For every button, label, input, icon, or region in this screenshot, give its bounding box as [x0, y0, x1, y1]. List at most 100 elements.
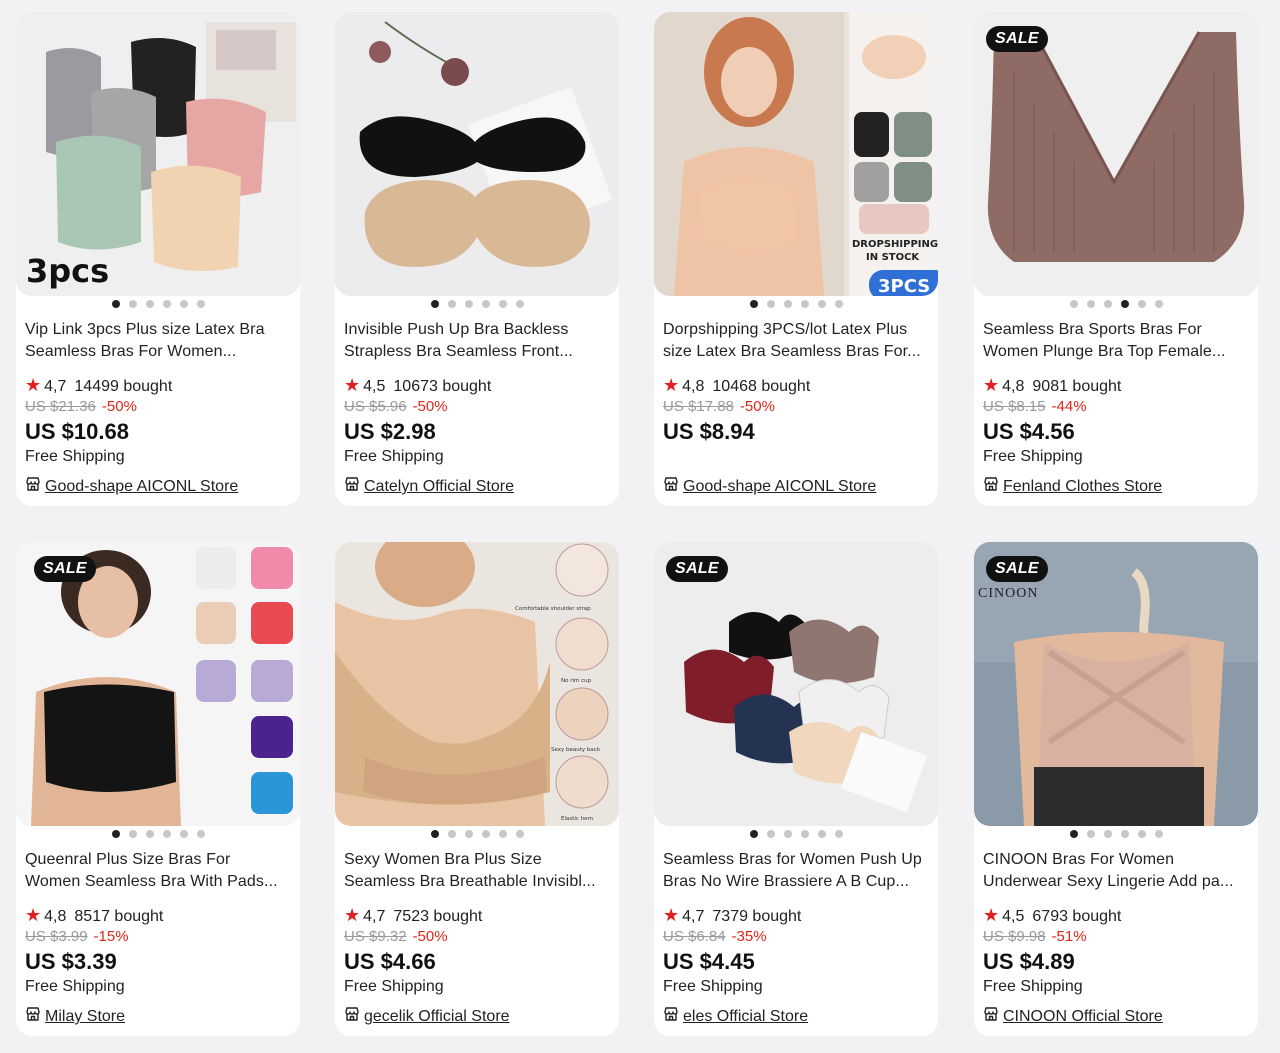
product-title-line[interactable]: Strapless Bra Seamless Front...: [344, 341, 614, 363]
product-title-line[interactable]: size Latex Bra Seamless Bras For...: [663, 341, 933, 363]
carousel-dot[interactable]: [111, 830, 120, 838]
carousel-dot[interactable]: [1103, 300, 1112, 308]
product-title-line[interactable]: Bras No Wire Brassiere A B Cup...: [663, 871, 933, 893]
store-name[interactable]: Good-shape AICONL Store: [683, 478, 876, 495]
carousel-dot[interactable]: [128, 300, 137, 308]
store-link[interactable]: Catelyn Official Store: [344, 476, 514, 498]
carousel-dot[interactable]: [464, 830, 473, 838]
carousel-dot[interactable]: [1120, 300, 1129, 308]
store-name[interactable]: eles Official Store: [683, 1008, 808, 1025]
product-title-line[interactable]: Seamless Bras for Women Push Up: [663, 849, 933, 871]
product-card[interactable]: SALE CINOON CINOON Bras For Women Underw…: [974, 542, 1258, 1036]
carousel-dot[interactable]: [1154, 830, 1163, 838]
carousel-dot[interactable]: [145, 300, 154, 308]
carousel-dot[interactable]: [766, 300, 775, 308]
carousel-dot[interactable]: [1137, 830, 1146, 838]
carousel-dot[interactable]: [749, 830, 758, 838]
product-image[interactable]: DROPSHIPPING IN STOCK 3PCS: [654, 12, 938, 296]
store-link[interactable]: Milay Store: [25, 1006, 125, 1028]
carousel-dot[interactable]: [515, 830, 524, 838]
product-title-line[interactable]: Underwear Sexy Lingerie Add pa...: [983, 871, 1253, 893]
product-card[interactable]: DROPSHIPPING IN STOCK 3PCS Dorpshipping …: [654, 12, 938, 506]
product-title[interactable]: Sexy Women Bra Plus Size Seamless Bra Br…: [344, 849, 614, 893]
carousel-dot[interactable]: [447, 300, 456, 308]
carousel-dot[interactable]: [749, 300, 758, 308]
product-title[interactable]: Invisible Push Up Bra Backless Strapless…: [344, 319, 614, 363]
carousel-dot[interactable]: [834, 300, 843, 308]
carousel-dot[interactable]: [1069, 830, 1078, 838]
carousel-dot[interactable]: [800, 300, 809, 308]
carousel-dot[interactable]: [498, 830, 507, 838]
image-carousel-dots[interactable]: [654, 830, 938, 840]
carousel-dot[interactable]: [1069, 300, 1078, 308]
store-name[interactable]: gecelik Official Store: [364, 1008, 510, 1025]
product-card[interactable]: SALE Seamless Bra Sports Bras For Women …: [974, 12, 1258, 506]
store-name[interactable]: Milay Store: [45, 1008, 125, 1025]
product-card[interactable]: SALE Queenral Plus Size Bras For Women S…: [16, 542, 300, 1036]
carousel-dot[interactable]: [481, 830, 490, 838]
product-title-line[interactable]: Vip Link 3pcs Plus size Latex Bra: [25, 319, 295, 341]
product-title[interactable]: Seamless Bra Sports Bras For Women Plung…: [983, 319, 1253, 363]
carousel-dot[interactable]: [111, 300, 120, 308]
carousel-dot[interactable]: [1086, 830, 1095, 838]
image-carousel-dots[interactable]: [16, 300, 300, 310]
image-carousel-dots[interactable]: [335, 300, 619, 310]
carousel-dot[interactable]: [766, 830, 775, 838]
store-link[interactable]: Fenland Clothes Store: [983, 476, 1162, 498]
product-card[interactable]: Comfortable shoulder strap No rim cup Se…: [335, 542, 619, 1036]
store-name[interactable]: CINOON Official Store: [1003, 1008, 1163, 1025]
product-title[interactable]: Vip Link 3pcs Plus size Latex Bra Seamle…: [25, 319, 295, 363]
carousel-dot[interactable]: [1154, 300, 1163, 308]
carousel-dot[interactable]: [196, 830, 205, 838]
carousel-dot[interactable]: [430, 830, 439, 838]
store-link[interactable]: eles Official Store: [663, 1006, 808, 1028]
carousel-dot[interactable]: [1137, 300, 1146, 308]
product-image[interactable]: 3pcs: [16, 12, 300, 296]
product-card[interactable]: SALE Seamless Bras for Women Push Up Bra…: [654, 542, 938, 1036]
carousel-dot[interactable]: [196, 300, 205, 308]
carousel-dot[interactable]: [1086, 300, 1095, 308]
product-title-line[interactable]: Invisible Push Up Bra Backless: [344, 319, 614, 341]
carousel-dot[interactable]: [447, 830, 456, 838]
image-carousel-dots[interactable]: [654, 300, 938, 310]
carousel-dot[interactable]: [145, 830, 154, 838]
carousel-dot[interactable]: [783, 300, 792, 308]
product-title-line[interactable]: Queenral Plus Size Bras For: [25, 849, 295, 871]
product-title-line[interactable]: Dorpshipping 3PCS/lot Latex Plus: [663, 319, 933, 341]
product-title[interactable]: Dorpshipping 3PCS/lot Latex Plus size La…: [663, 319, 933, 363]
product-card[interactable]: Invisible Push Up Bra Backless Strapless…: [335, 12, 619, 506]
product-image[interactable]: SALE: [974, 12, 1258, 296]
carousel-dot[interactable]: [817, 830, 826, 838]
carousel-dot[interactable]: [1120, 830, 1129, 838]
product-image[interactable]: SALE: [16, 542, 300, 826]
store-link[interactable]: Good-shape AICONL Store: [25, 476, 238, 498]
store-name[interactable]: Good-shape AICONL Store: [45, 478, 238, 495]
product-card[interactable]: 3pcs Vip Link 3pcs Plus size Latex Bra S…: [16, 12, 300, 506]
product-title-line[interactable]: Seamless Bra Sports Bras For: [983, 319, 1253, 341]
image-carousel-dots[interactable]: [335, 830, 619, 840]
product-title-line[interactable]: CINOON Bras For Women: [983, 849, 1253, 871]
image-carousel-dots[interactable]: [16, 830, 300, 840]
product-image[interactable]: Comfortable shoulder strap No rim cup Se…: [335, 542, 619, 826]
product-title-line[interactable]: Seamless Bra Breathable Invisibl...: [344, 871, 614, 893]
image-carousel-dots[interactable]: [974, 300, 1258, 310]
carousel-dot[interactable]: [834, 830, 843, 838]
carousel-dot[interactable]: [179, 830, 188, 838]
carousel-dot[interactable]: [800, 830, 809, 838]
product-title-line[interactable]: Women Seamless Bra With Pads...: [25, 871, 295, 893]
product-title[interactable]: CINOON Bras For Women Underwear Sexy Lin…: [983, 849, 1253, 893]
carousel-dot[interactable]: [515, 300, 524, 308]
product-title-line[interactable]: Sexy Women Bra Plus Size: [344, 849, 614, 871]
product-image[interactable]: SALE: [654, 542, 938, 826]
carousel-dot[interactable]: [464, 300, 473, 308]
product-title-line[interactable]: Seamless Bras For Women...: [25, 341, 295, 363]
store-name[interactable]: Fenland Clothes Store: [1003, 478, 1162, 495]
product-image[interactable]: SALE CINOON: [974, 542, 1258, 826]
product-image[interactable]: [335, 12, 619, 296]
store-name[interactable]: Catelyn Official Store: [364, 478, 514, 495]
image-carousel-dots[interactable]: [974, 830, 1258, 840]
carousel-dot[interactable]: [1103, 830, 1112, 838]
carousel-dot[interactable]: [162, 300, 171, 308]
store-link[interactable]: CINOON Official Store: [983, 1006, 1163, 1028]
store-link[interactable]: Good-shape AICONL Store: [663, 476, 876, 498]
